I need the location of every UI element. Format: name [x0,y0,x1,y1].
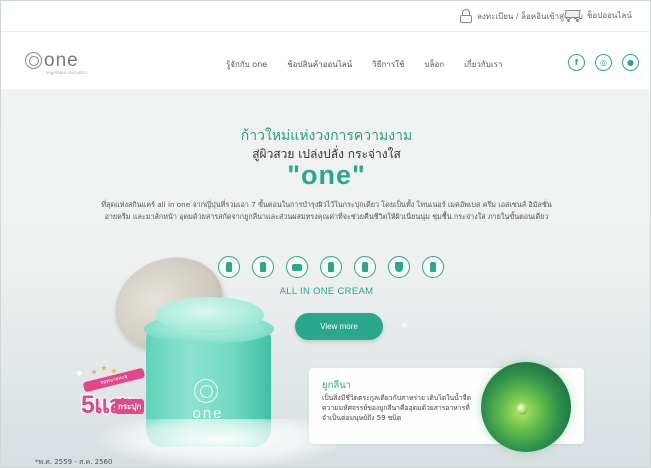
instagram-icon[interactable]: ◎ [595,54,612,71]
hero-brand-name: "one" [287,160,366,190]
cream-icon [286,256,308,278]
logo-mark-icon [25,52,42,69]
cream-texture-image [156,297,264,333]
info-card-text: เป็นสิ่งมีชีวิตตระกูลเดียวกับสาหร่าย เติ… [322,394,472,422]
line-icon[interactable]: ● [622,54,639,71]
base-icon [252,256,274,278]
main-nav: รู้จักกับ one ช้อปสินค้าออนไลน์ วิธีการใ… [226,58,502,71]
social-links: f ◎ ● [568,54,639,71]
sales-badge: ยอดขายทะลุ 5แสน กระปุก [79,365,149,431]
page: ลงทะเบียน / ล็อคอินเข้าสู่ระบบ ช็อปออนไล… [0,0,651,468]
info-card-title: ยูกลีนา [322,380,351,391]
facebook-icon[interactable]: f [568,54,585,71]
nav-item-about-one[interactable]: รู้จักกับ one [226,58,267,71]
badge-unit: กระปุก [115,399,145,414]
toner-icon [218,256,240,278]
shop-online-label: ช็อปออนไลน์ [587,10,632,20]
hero-banner: ก้าวใหม่แห่งวงการความงาม สู่ผิวสวย เปล่ง… [1,89,650,467]
all-in-one-label: ALL IN ONE CREAM [279,286,374,297]
lock-icon [460,9,472,23]
essence-icon [320,256,342,278]
product-step-icons [218,256,444,278]
hero-headline-line1: ก้าวใหม่แห่งวงการความงาม [240,128,413,144]
nav-item-about-us[interactable]: เกี่ยวกับเรา [464,58,502,71]
emulsion-icon [354,256,376,278]
main-header: one vegetable cosmetics รู้จักกับ one ช้… [1,31,650,89]
nav-item-how-to-use[interactable]: วิธีการใช้ [372,58,404,71]
eye-cream-icon [388,256,410,278]
brand-logo[interactable]: one vegetable cosmetics [25,50,87,75]
shop-online-link[interactable]: ช็อปออนไลน์ [562,7,632,23]
logo-text: one [44,50,79,71]
top-utility-bar: ลงทะเบียน / ล็อคอินเข้าสู่ระบบ ช็อปออนไล… [1,1,650,31]
cart-icon [562,7,582,23]
view-more-button[interactable]: View more [295,313,383,340]
logo-tagline: vegetable cosmetics [46,70,88,75]
jar-logo-icon [194,379,218,403]
mask-icon [422,256,444,278]
sales-period-footnote: *พ.ศ. 2559 - ส.ค. 2560 [35,458,113,466]
nav-item-shop-online[interactable]: ช้อปสินค้าออนไลน์ [287,58,352,71]
hero-description: ที่สุดแห่งสกินแคร์ all in one จากญี่ปุ่น… [101,200,552,221]
nav-item-blog[interactable]: บล็อก [425,58,445,71]
